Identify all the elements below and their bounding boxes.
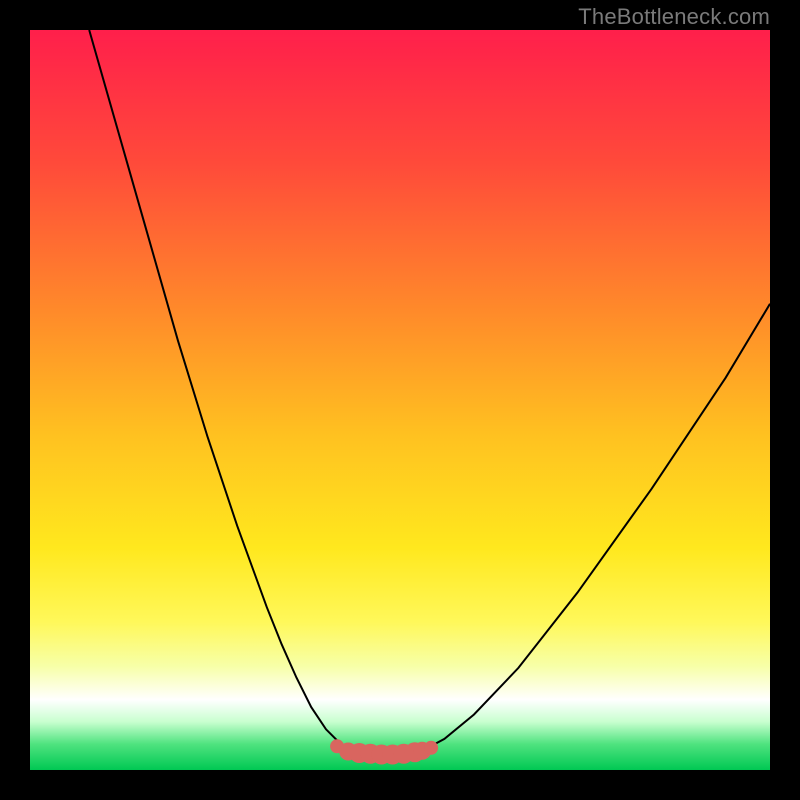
gradient-bg (30, 30, 770, 770)
chart-frame: TheBottleneck.com (0, 0, 800, 800)
valley-marker (424, 741, 438, 755)
chart-svg (30, 30, 770, 770)
watermark-text: TheBottleneck.com (578, 4, 770, 30)
plot-area (30, 30, 770, 770)
